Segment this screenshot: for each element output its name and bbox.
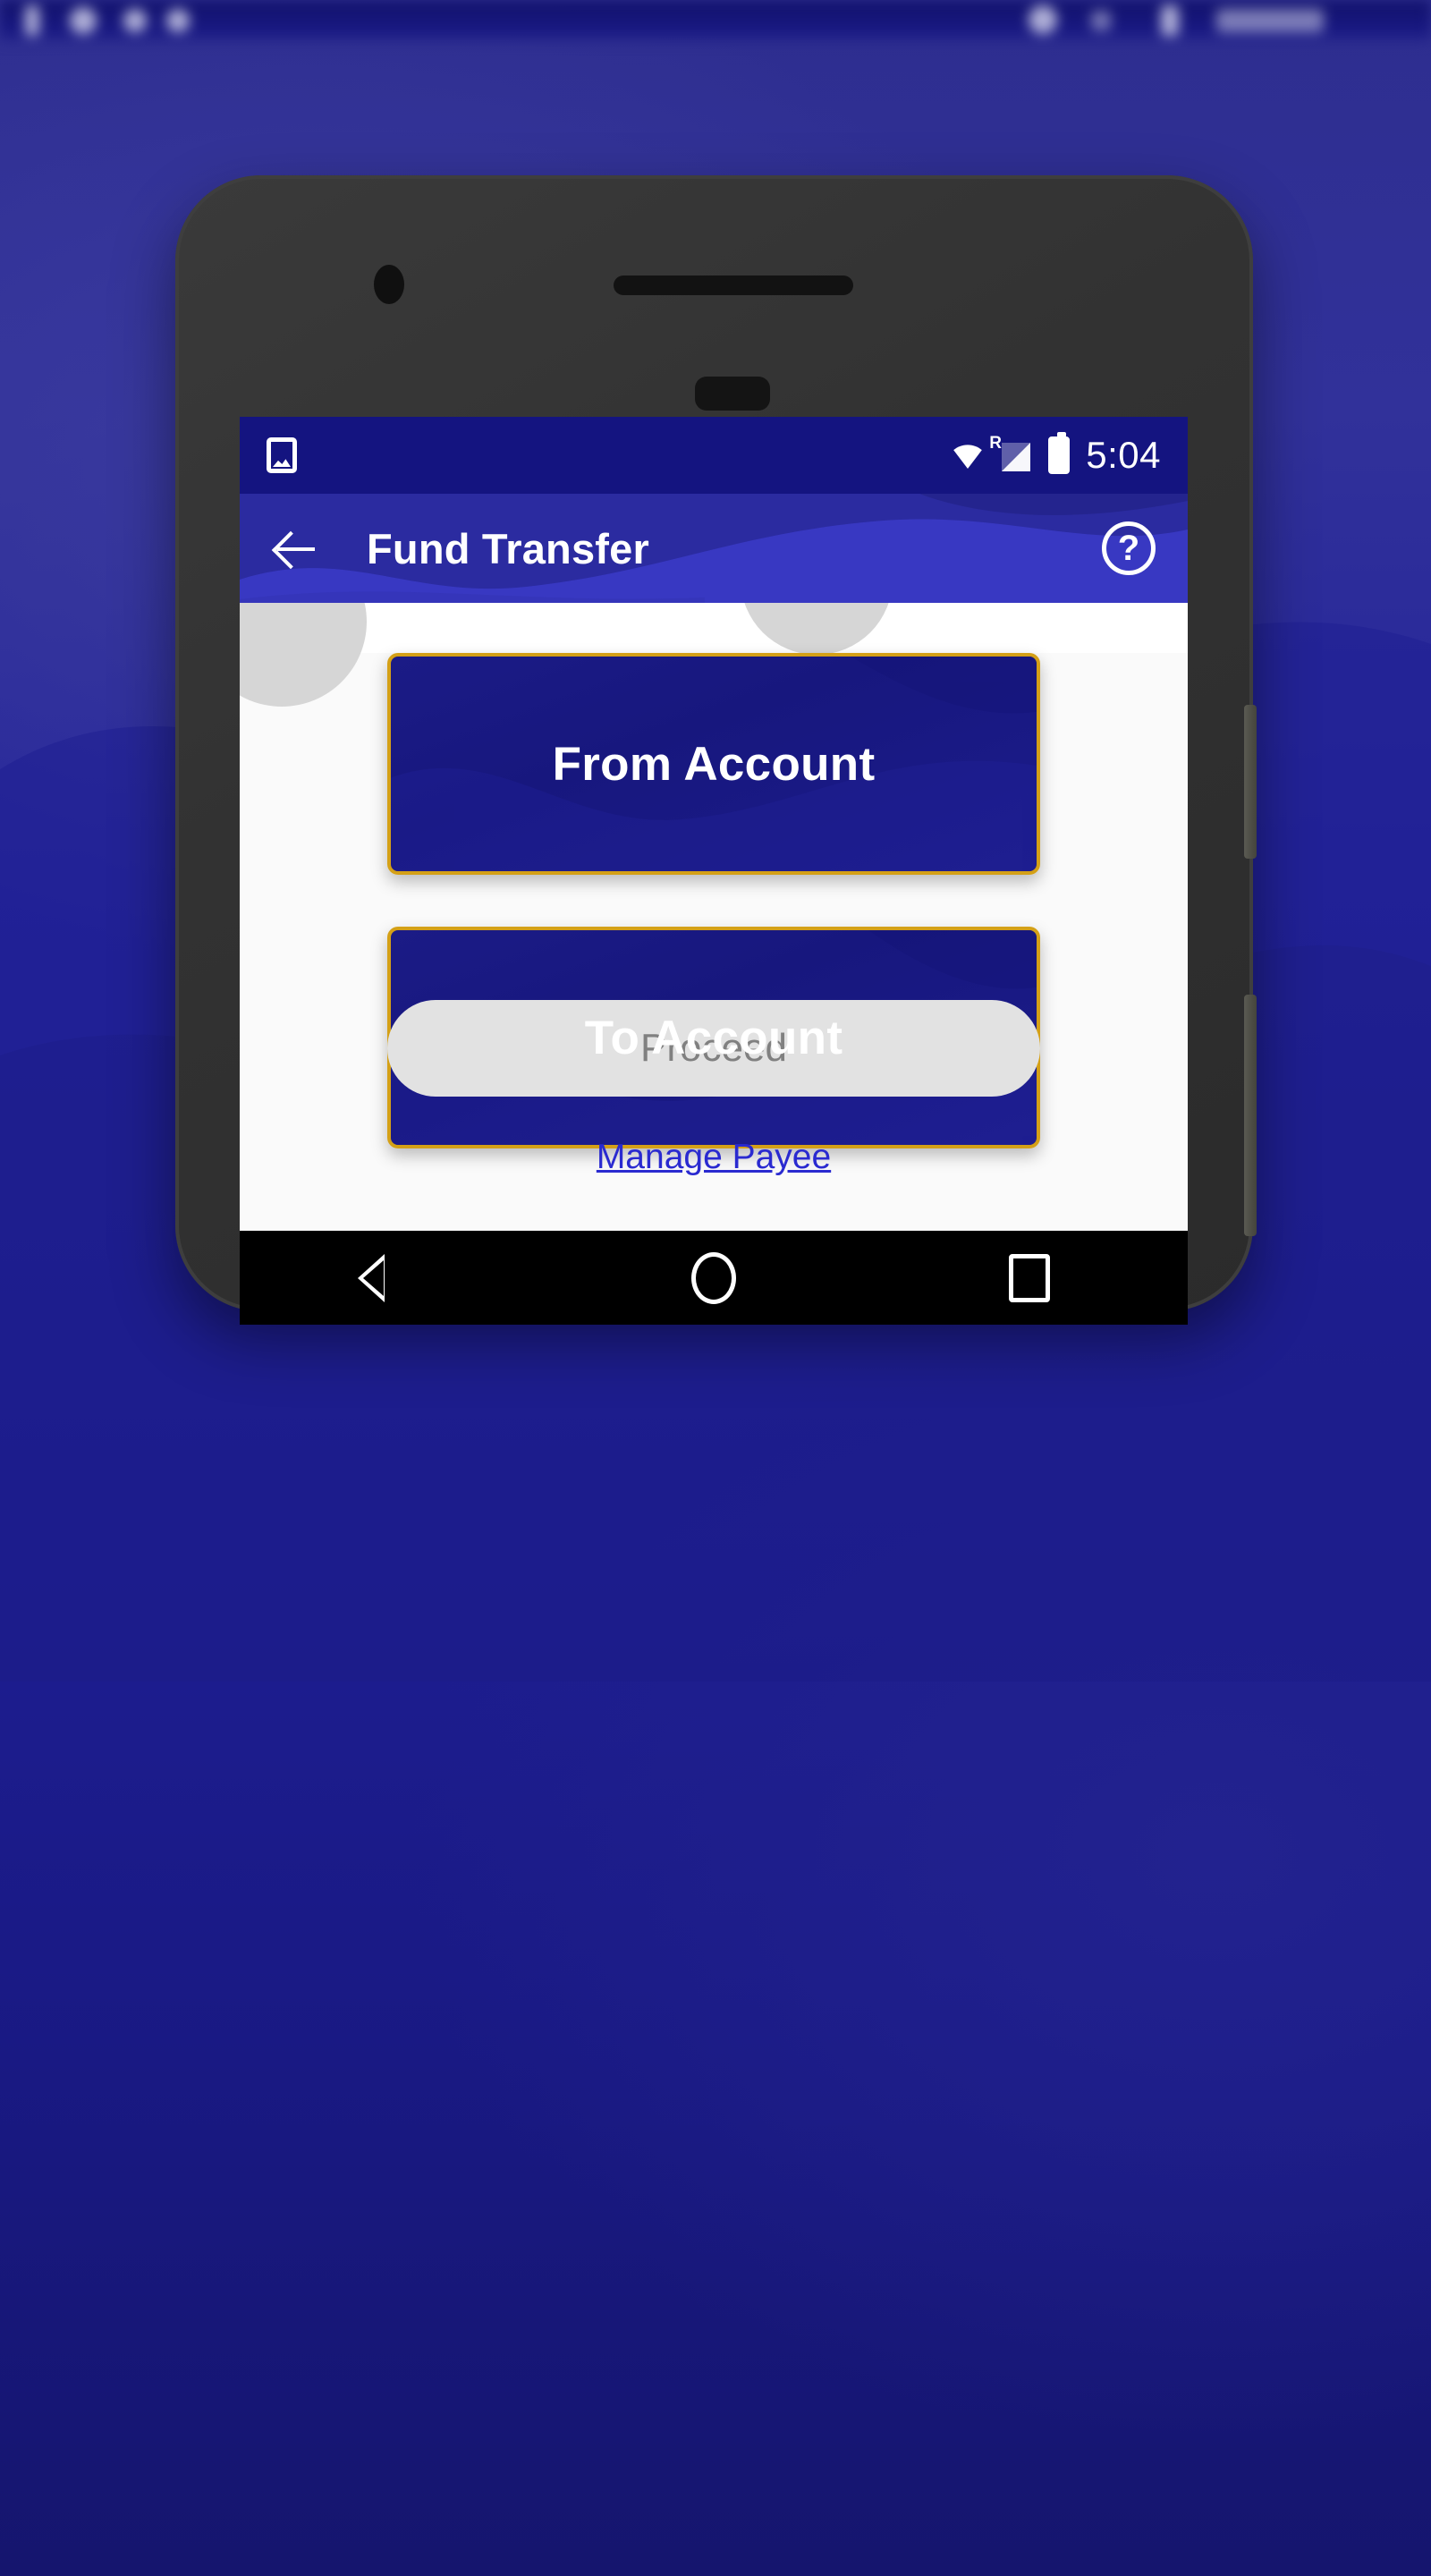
status-bar-system-icons: R 5:04 xyxy=(950,432,1161,477)
wifi-icon xyxy=(953,445,983,469)
roaming-label: R xyxy=(989,434,1002,453)
photo-icon xyxy=(267,437,297,473)
os-status-bar xyxy=(0,0,1431,41)
front-camera-icon xyxy=(374,265,404,304)
battery-icon xyxy=(1048,432,1071,474)
from-account-card[interactable]: From Account xyxy=(387,653,1040,875)
placeholder-circle xyxy=(741,603,893,655)
power-button[interactable] xyxy=(1244,705,1257,859)
back-arrow-icon[interactable] xyxy=(272,524,320,572)
phone-device: R 5:04 Fund Transfer ? From Account To A… xyxy=(175,175,1257,1325)
nav-back-button[interactable] xyxy=(357,1253,423,1303)
placeholder-circle xyxy=(240,603,367,707)
status-bar-clock: 5:04 xyxy=(1086,434,1161,476)
placeholder-band xyxy=(240,603,1188,707)
nav-home-button[interactable] xyxy=(689,1251,739,1304)
screen-content: From Account To Account Proceed Manage P… xyxy=(240,603,1188,1231)
android-nav-bar xyxy=(240,1231,1188,1325)
from-account-label: From Account xyxy=(552,737,876,791)
manage-payee-link[interactable]: Manage Payee xyxy=(597,1138,831,1177)
phone-screen: R 5:04 Fund Transfer ? From Account To A… xyxy=(240,417,1188,1231)
signal-roaming-icon: R xyxy=(989,434,1032,471)
earpiece-speaker xyxy=(614,275,853,295)
to-account-label: To Account xyxy=(584,1011,843,1064)
volume-button[interactable] xyxy=(1244,995,1257,1236)
sensor-notch xyxy=(695,377,770,411)
status-bar-notifications xyxy=(267,437,297,473)
nav-recents-button[interactable] xyxy=(1004,1253,1054,1303)
help-icon[interactable]: ? xyxy=(1102,521,1156,575)
android-status-bar: R 5:04 xyxy=(240,417,1188,494)
page-title: Fund Transfer xyxy=(367,524,649,572)
app-bar: Fund Transfer ? xyxy=(240,494,1188,603)
